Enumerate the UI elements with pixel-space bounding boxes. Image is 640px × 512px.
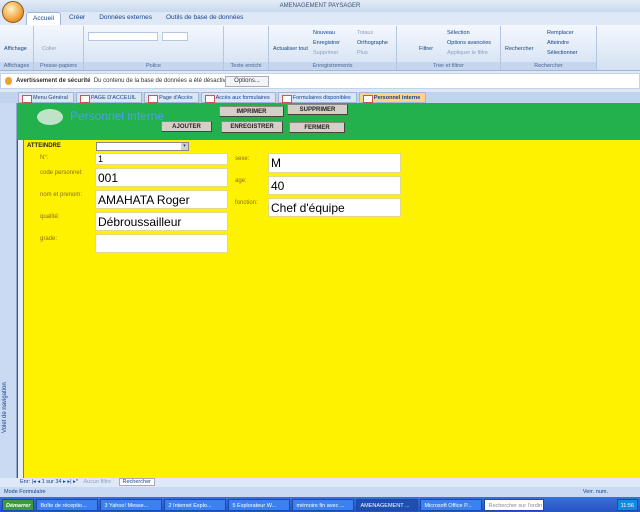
taskbar-item[interactable]: 5 Explorateur W... <box>228 498 291 511</box>
enregistrer-button[interactable]: ENREGISTRER <box>221 121 283 133</box>
actualiser-button[interactable]: Actualiser tout <box>273 46 308 52</box>
affichage-button[interactable]: Affichage <box>4 46 27 52</box>
qualite-label: qualité: <box>40 214 60 220</box>
code-label: code personnel: <box>40 170 83 176</box>
group-label: Presse-papiers <box>34 62 83 70</box>
chevron-down-icon[interactable]: ▾ <box>181 143 188 150</box>
num-lock-indicator: Verr. num. <box>582 489 608 495</box>
coller-button[interactable]: Coller <box>42 46 56 52</box>
doc-tab-page-acces[interactable]: Page d'Accès <box>144 92 199 103</box>
form-body: ATTEINDRE ▾ N°: 1 code personnel: 001 no… <box>17 140 640 478</box>
atteindre-combo[interactable]: ▾ <box>96 142 189 151</box>
fonction-field[interactable]: Chef d'équipe <box>268 198 401 217</box>
grade-label: grade: <box>40 236 58 242</box>
atteindre-button[interactable]: Atteindre <box>547 40 569 46</box>
orthographe-button[interactable]: Orthographe <box>357 40 388 46</box>
supprimer-button[interactable]: SUPPRIMER <box>287 104 348 115</box>
imprimer-button[interactable]: IMPRIMER <box>219 106 284 117</box>
nom-field[interactable]: AMAHATA Roger <box>95 190 228 209</box>
appliquer-filtre-button[interactable]: Appliquer le filtre <box>447 50 488 56</box>
tab-donnees-externes[interactable]: Données externes <box>93 12 158 25</box>
security-message: Du contenu de la base de données a été d… <box>93 78 229 84</box>
totaux-button[interactable]: Totaux <box>357 30 373 36</box>
fermer-button[interactable]: FERMER <box>289 122 345 133</box>
shield-icon <box>5 77 12 85</box>
group-label: Texte enrichi <box>224 62 268 70</box>
next-record-buttons[interactable]: ▸ ▸| ▸* <box>63 479 79 485</box>
clock: 11:56 <box>616 498 638 511</box>
ribbon-tabs: Accueil Créer Données externes Outils de… <box>26 12 249 25</box>
start-button[interactable]: Démarrer <box>2 498 35 511</box>
plus-button[interactable]: Plus <box>357 50 368 56</box>
num-field[interactable]: 1 <box>95 153 228 165</box>
font-size-select[interactable] <box>162 32 188 41</box>
taskbar-item[interactable]: 2 Internet Explo... <box>164 498 227 511</box>
form-icon <box>37 109 63 125</box>
sexe-label: sexe: <box>235 156 250 162</box>
rechercher-button[interactable]: Rechercher <box>505 46 533 52</box>
nav-pane-label: Volet de navigation <box>2 382 8 433</box>
atteindre-label: ATTEINDRE <box>27 143 61 149</box>
window-title: AMENAGEMENT PAYSAGER <box>279 3 361 9</box>
status-bar: Mode Formulaire Verr. num. <box>0 487 640 497</box>
tab-creer[interactable]: Créer <box>63 12 91 25</box>
doc-tab-page-accueil[interactable]: PAGE D'ACCEUIL <box>75 92 143 103</box>
record-selector[interactable] <box>18 140 24 478</box>
enregistrer-ribbon-button[interactable]: Enregistrer <box>313 40 340 46</box>
supprimer-ribbon-button[interactable]: Supprimer <box>313 50 338 56</box>
nouveau-button[interactable]: Nouveau <box>313 30 335 36</box>
options-button[interactable]: Options... <box>225 76 269 87</box>
group-label: Enregistrements <box>269 62 396 70</box>
grade-field[interactable] <box>95 234 228 253</box>
doc-tab-menu-general[interactable]: Menu Général <box>18 92 74 103</box>
record-nav-label: Enr: <box>20 479 31 485</box>
taskbar: Démarrer Boîte de réceptio... 3 Yahoo! M… <box>0 497 640 512</box>
record-position[interactable]: 1 sur 34 <box>42 479 62 485</box>
options-avancees-button[interactable]: Options avancées <box>447 40 491 46</box>
sexe-field[interactable]: M <box>268 153 401 173</box>
doc-tab-acces-formulaires[interactable]: Accès aux formulaires <box>200 92 276 103</box>
taskbar-search-input[interactable]: Rechercher sur l'ordin <box>484 498 545 511</box>
ajouter-button[interactable]: AJOUTER <box>161 121 212 132</box>
doc-tab-formulaires-disponibles[interactable]: Formulaires disponibles <box>277 92 357 103</box>
group-label: Police <box>84 62 223 70</box>
group-label: Trier et filtrer <box>397 62 500 70</box>
selection-button[interactable]: Sélection <box>447 30 470 36</box>
record-search-input[interactable]: Rechercher <box>118 478 155 486</box>
form-title: Personnel interne <box>70 109 165 123</box>
taskbar-item[interactable]: AMENAGEMENT ... <box>356 498 419 511</box>
office-button[interactable] <box>2 1 24 23</box>
num-label: N°: <box>40 155 49 161</box>
tab-accueil[interactable]: Accueil <box>26 12 61 25</box>
taskbar-item[interactable]: Boîte de réceptio... <box>36 498 99 511</box>
navigation-pane[interactable]: Volet de navigation <box>0 103 17 478</box>
nom-label: nom et prenom: <box>40 192 83 198</box>
remplacer-button[interactable]: Remplacer <box>547 30 574 36</box>
filter-status[interactable]: Aucun filtre <box>83 479 111 485</box>
taskbar-item[interactable]: 3 Yahoo! Messe... <box>100 498 163 511</box>
age-label: age: <box>235 178 247 184</box>
taskbar-item[interactable]: mémoire fin avec ... <box>292 498 355 511</box>
security-bar: Avertissement de sécurité Du contenu de … <box>0 73 640 89</box>
filtrer-button[interactable]: Filtrer <box>419 46 433 52</box>
status-mode: Mode Formulaire <box>4 489 46 495</box>
group-label: Affichages <box>0 62 33 70</box>
group-label: Rechercher <box>501 62 596 70</box>
fonction-label: fonction: <box>235 200 258 206</box>
doc-tab-personnel-interne[interactable]: Personnel interne <box>358 92 427 103</box>
taskbar-item[interactable]: Microsoft Office P... <box>420 498 483 511</box>
selectionner-button[interactable]: Sélectionner <box>547 50 578 56</box>
first-record-button[interactable]: |◂ ◂ <box>32 479 42 485</box>
font-select[interactable] <box>88 32 158 41</box>
ribbon: Affichage Affichages Coller Presse-papiers… <box>0 25 640 71</box>
security-title: Avertissement de sécurité <box>16 78 91 84</box>
code-field[interactable]: 001 <box>95 168 228 187</box>
qualite-field[interactable]: Débroussailleur <box>95 212 228 231</box>
age-field[interactable]: 40 <box>268 176 401 195</box>
title-bar: AMENAGEMENT PAYSAGER <box>0 0 640 12</box>
tab-outils[interactable]: Outils de base de données <box>160 12 249 25</box>
form-header: Personnel interne IMPRIMER SUPPRIMER AJO… <box>17 103 640 140</box>
record-navigator: Enr: |◂ ◂ 1 sur 34 ▸ ▸| ▸* Aucun filtre … <box>17 478 640 487</box>
document-tabs: Menu Général PAGE D'ACCEUIL Page d'Accès… <box>0 92 640 103</box>
